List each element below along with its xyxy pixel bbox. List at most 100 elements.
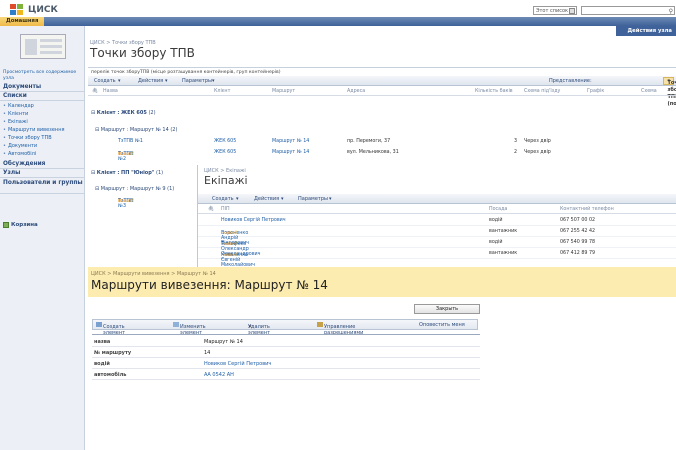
sidebar-item-documents[interactable]: Документи [3, 142, 37, 150]
chevron-down-icon: ▾ [118, 78, 121, 84]
new-item-button[interactable]: Создать элемент [96, 322, 125, 336]
site-actions-menu[interactable]: Действия узла [616, 26, 676, 36]
crews-actions-button[interactable]: Действия [254, 196, 279, 202]
column-header-client[interactable]: Клієнт [214, 89, 230, 94]
crew-phone: 067 412 89 79 [560, 251, 596, 256]
close-button[interactable]: Закрыть [414, 304, 480, 314]
sidebar-item-crews[interactable]: Екіпажі [3, 118, 28, 126]
group-count: (1) [167, 186, 175, 192]
field-value-link[interactable]: АА 0542 АН [204, 372, 234, 378]
list-item[interactable]: Вороненко Андрій Вікторович Новое вантаж… [198, 227, 676, 246]
column-header-full-name[interactable]: ПІП [221, 207, 230, 212]
row-address: пр. Перемоги, 37 [347, 139, 391, 144]
row-route-link[interactable]: Маршрут № 14 [272, 139, 309, 144]
permissions-icon [317, 322, 323, 327]
field-value-link[interactable]: Новиков Сергій Петрович [204, 361, 271, 367]
view-label: Представление: [549, 78, 592, 84]
collapse-icon[interactable]: ⊟ [95, 186, 99, 192]
crew-position: вантажник [489, 251, 518, 256]
crews-settings-button[interactable]: Параметры [298, 196, 328, 202]
column-header-route[interactable]: Маршрут [272, 89, 295, 94]
chevron-down-icon [569, 8, 575, 14]
tab-home[interactable]: Домашняя [0, 17, 45, 26]
search-input[interactable]: ⚲ [581, 6, 675, 15]
nav-head-people[interactable]: Пользователи и группы [0, 178, 85, 194]
list-item[interactable]: Новиков Сергій Петрович водій 067 507 00… [198, 216, 676, 226]
view-selector[interactable]: Точки збору ТПВ (по ... ▾ [663, 77, 676, 107]
column-header-address[interactable]: Адреса [347, 89, 365, 94]
sidebar-item-clients[interactable]: Клієнти [3, 110, 28, 118]
row-client-link[interactable]: ЖЕК 605 [214, 139, 236, 144]
column-header-scheme[interactable]: Схема під'їзду [524, 89, 560, 94]
nav-head-lists[interactable]: Списки [0, 92, 85, 101]
new-badge: Новое [221, 242, 237, 247]
field-value: 14 [204, 350, 211, 356]
edit-item-button[interactable]: Изменить элемент [173, 322, 206, 336]
crews-list-window: ЦИСК > Екіпажі Екіпажі Создать ▾ Действи… [197, 165, 676, 270]
crew-phone: 067 255 42 42 [560, 229, 596, 234]
row-scheme: Через двір [524, 150, 551, 155]
collapse-icon[interactable]: ⊟ [91, 170, 95, 176]
search-icon[interactable]: ⚲ [669, 8, 673, 15]
row-client-link[interactable]: ЖЕК 605 [214, 150, 236, 155]
collapse-icon[interactable]: ⊟ [95, 127, 99, 133]
site-logo[interactable]: ЦИСК [10, 4, 58, 16]
collapse-icon[interactable]: ⊟ [91, 110, 95, 116]
nav-head-discussions[interactable]: Обсуждения [0, 160, 85, 169]
list-description: перелік точок зборуТПВ (місце розташуван… [88, 67, 676, 76]
group-label: Клієнт : ПП "Юніор" [96, 170, 155, 176]
list-item[interactable]: Коваленко Євгеній Миколайович Новое вант… [198, 249, 676, 268]
field-route-number: № маршруту 14 [92, 348, 480, 358]
nav-head-sites[interactable]: Узлы [0, 169, 85, 178]
recycle-bin-link[interactable]: Корзина [3, 222, 38, 228]
logo-icon [10, 4, 24, 16]
settings-menu-button[interactable]: Параметры [182, 78, 212, 84]
field-vehicle: автомобіль АА 0542 АН [92, 370, 480, 380]
group-header-route-1[interactable]: ⊟ Маршрут : Маршрут № 14 (2) [95, 127, 177, 133]
sidebar-item-vehicles[interactable]: Автомобілі [3, 150, 36, 158]
group-header-client-1[interactable]: ⊟ Клієнт : ЖЕК 605 (2) [91, 110, 156, 116]
sidebar-item-routes[interactable]: Маршрути вивезення [3, 126, 65, 134]
crews-new-button[interactable]: Создать [212, 196, 234, 202]
table-row[interactable]: ТзТПВ №1 ЖЕК 605 Маршрут № 14 пр. Перемо… [88, 137, 676, 146]
attachment-icon: 🖇 [208, 207, 215, 212]
table-row[interactable]: ТзТПВ №2 Новое ЖЕК 605 Маршрут № 14 вул.… [88, 148, 676, 162]
group-count: (2) [148, 110, 156, 116]
sidebar-item-collection-points[interactable]: Точки збору ТПВ [3, 134, 52, 142]
row-count: 3 [514, 139, 518, 144]
attachment-icon: 🖇 [92, 89, 99, 94]
new-menu-button[interactable]: Создать [94, 78, 116, 84]
row-name-link[interactable]: ТзТПВ №1 [118, 139, 143, 144]
column-header-name[interactable]: Назва [103, 89, 118, 94]
route-dialog-title: Маршрути вивезення: Маршрут № 14 [91, 278, 328, 292]
row-route-link[interactable]: Маршрут № 14 [272, 150, 309, 155]
group-header-route-2[interactable]: ⊟ Маршрут : Маршрут № 9 (1) [95, 186, 174, 192]
view-all-content-link[interactable]: Просмотреть все содержимое узла [3, 70, 83, 82]
column-header-scheme2[interactable]: Схема [641, 89, 657, 94]
column-header-phone[interactable]: Контактний телефон [560, 207, 614, 212]
column-header-count[interactable]: Кількість баків [475, 89, 513, 94]
actions-menu-button[interactable]: Действия [138, 78, 163, 84]
field-value: Маршрут № 14 [204, 339, 243, 345]
manage-permissions-button[interactable]: Управление разрешениями [317, 322, 363, 336]
new-badge: Новое [118, 199, 134, 204]
list-toolbar: Создать ▾ Действия ▾ Параметры ▾ Предста… [88, 76, 676, 107]
chevron-down-icon: ▾ [281, 196, 284, 202]
new-badge: Новое [221, 231, 237, 236]
alert-me-button[interactable]: Оповестить меня [419, 322, 465, 328]
item-toolbar: Создать элемент Изменить элемент ✕ Удали… [92, 319, 478, 336]
group-header-client-2[interactable]: ⊟ Клієнт : ПП "Юніор" (1) [91, 170, 163, 176]
top-nav: Домашняя [0, 17, 676, 26]
search-scope-select[interactable]: Этот список [533, 6, 577, 15]
route-breadcrumb[interactable]: ЦИСК > Маршрути вивезення > Маршрут № 14 [91, 271, 216, 277]
crew-name-link[interactable]: Новиков Сергій Петрович [221, 218, 286, 223]
row-address: вул. Мельникова, 31 [347, 150, 399, 155]
page-title: Точки збору ТПВ [90, 46, 195, 60]
column-header-position[interactable]: Посада [489, 207, 507, 212]
nav-head-documents[interactable]: Документы [0, 83, 85, 92]
column-header-graph[interactable]: Графік [587, 89, 604, 94]
sidebar-item-calendar[interactable]: Календар [3, 102, 34, 110]
list-item[interactable]: Тимофеєв Олександр Олександрович Новое в… [198, 238, 676, 257]
site-title: ЦИСК [28, 5, 58, 15]
group-count: (2) [170, 127, 178, 133]
